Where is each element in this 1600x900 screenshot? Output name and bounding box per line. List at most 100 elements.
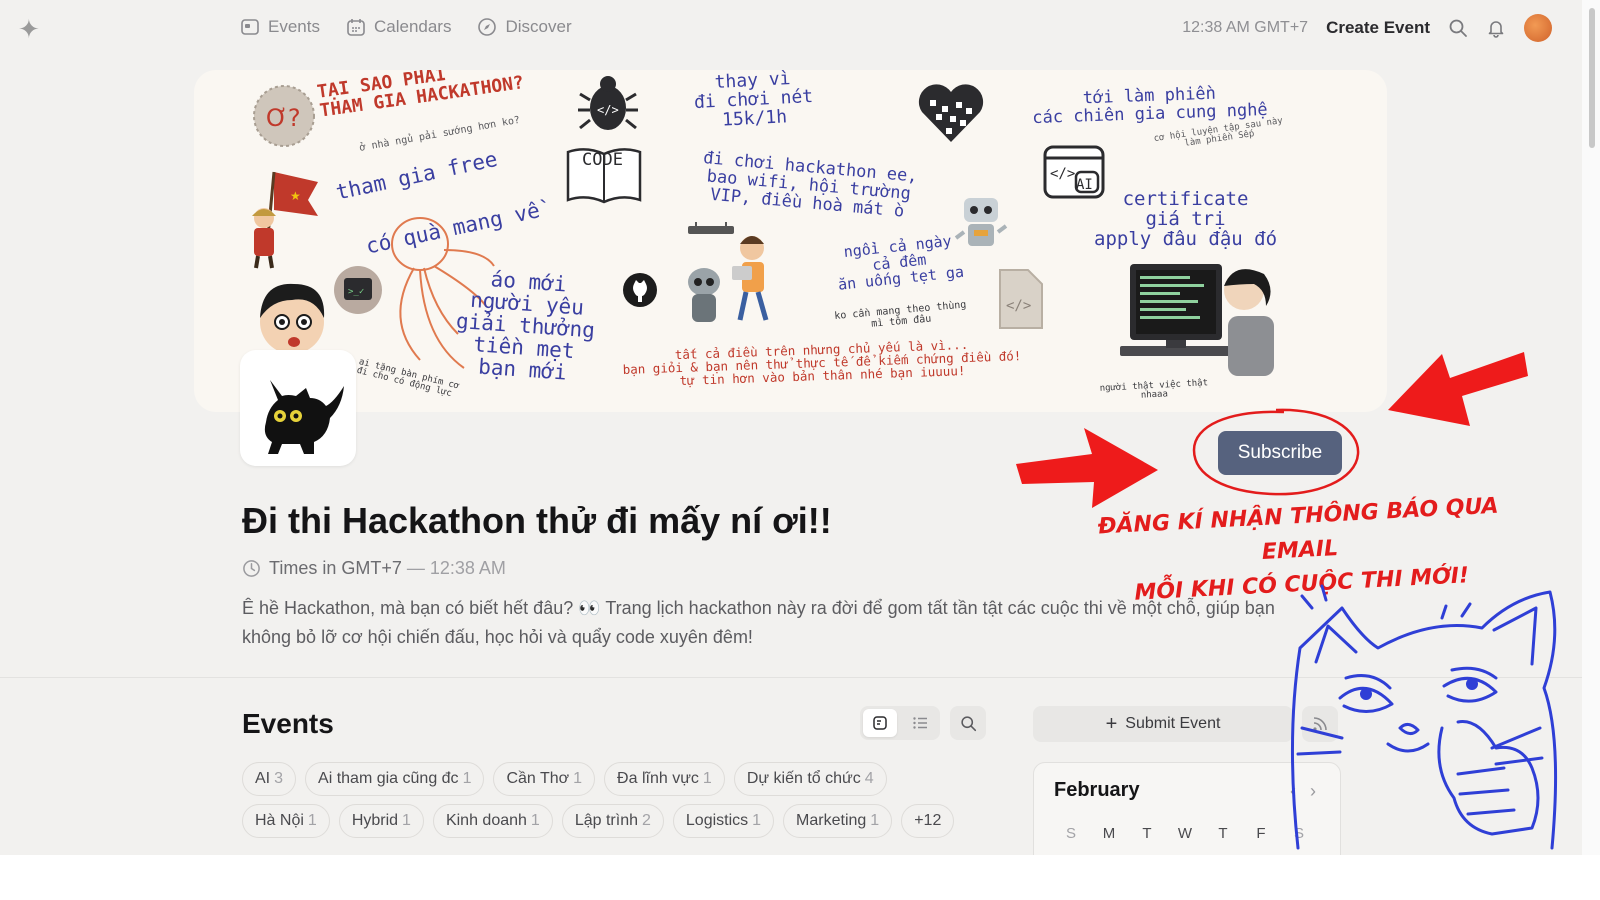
svg-text:★: ★ <box>290 189 301 203</box>
svg-text:</>: </> <box>1006 298 1031 314</box>
scrollbar-thumb[interactable] <box>1589 8 1595 148</box>
luma-logo-icon[interactable]: ✦ <box>18 16 40 42</box>
notifications-button[interactable] <box>1486 18 1506 38</box>
app-window: ✦ Events Calendars Discover 12:38 AM GMT… <box>0 0 1582 855</box>
banner-text-6: tham gia free <box>333 146 500 205</box>
nav-discover[interactable]: Discover <box>477 17 572 37</box>
list-view-button[interactable] <box>903 709 937 737</box>
calendar-title: Đi thi Hackathon thử đi mấy ní ơi!! <box>242 500 832 541</box>
user-avatar[interactable] <box>1524 14 1552 42</box>
blue-cat-thumbs-up-doodle-icon <box>1290 584 1558 850</box>
svg-text:>_✓: >_✓ <box>348 287 364 297</box>
tag-name: +12 <box>914 812 942 829</box>
search-icon <box>1449 19 1467 37</box>
events-search-button[interactable] <box>950 706 986 740</box>
banner-text-12: ko cần mang theo thùng mì tôm đâu <box>833 299 967 330</box>
weekday: T <box>1218 825 1228 842</box>
tag-name: Đa lĩnh vực <box>617 770 699 787</box>
banner-text-15: người thật việc thật nhaaa <box>1099 378 1209 402</box>
svg-text:</>: </> <box>1050 166 1075 182</box>
tag-name: Kinh doanh <box>445 812 527 829</box>
banner-text-13: tất cả điều trên nhưng chủ yếu là vì... … <box>622 336 1022 389</box>
timezone-line: Times in GMT+7 — 12:38 AM <box>242 558 506 579</box>
card-view-icon <box>873 716 887 730</box>
github-icon <box>623 273 657 307</box>
banner-text-10: áo mới người yêu giải thưởng tiền mẹt bạ… <box>455 267 596 385</box>
weekday: S <box>1065 825 1076 842</box>
tag-chip[interactable]: Hà Nội 1 <box>242 804 330 838</box>
tag-chip[interactable]: AI 3 <box>242 762 297 796</box>
tag-chip[interactable]: Logistics 1 <box>672 804 775 838</box>
tag-count: 1 <box>752 812 762 829</box>
create-event-link[interactable]: Create Event <box>1326 18 1430 38</box>
compass-icon <box>478 18 497 36</box>
search-button[interactable] <box>1448 18 1468 38</box>
tag-count: 2 <box>641 812 651 829</box>
nav-links: Events Calendars Discover <box>240 17 572 37</box>
calendar-cover-banner: Ơ? </> CODE </> AI ★ >_✓ </> TẠI SAO PHẢ… <box>194 70 1387 412</box>
flag-girl-sticker-icon: ★ <box>252 171 318 269</box>
weekday: W <box>1177 825 1193 842</box>
banner-text-9: certificate giá trị apply đâu đậu đó <box>1094 188 1278 250</box>
list-view-icon <box>913 717 927 729</box>
tag-count: 1 <box>702 770 712 787</box>
bug-icon: </> <box>578 76 638 130</box>
tag-count: 1 <box>573 770 583 787</box>
qr-heart-icon <box>918 84 984 142</box>
tag-name: Logistics <box>685 812 749 829</box>
tag-chip[interactable]: Cần Thơ 1 <box>493 762 596 796</box>
events-heading: Events <box>242 708 334 739</box>
banner-why-text: TẠI SAO PHẢI THAM GIA HACKATHON? <box>315 70 526 122</box>
timezone-time: 12:38 AM <box>429 558 506 578</box>
robot-drone-kid-sticker-icon <box>688 222 769 322</box>
plus-icon: + <box>1105 713 1118 735</box>
svg-text:Ơ?: Ơ? <box>266 104 301 132</box>
time-separator: — <box>401 558 430 578</box>
tag-count: 4 <box>864 770 874 787</box>
tag-chip[interactable]: Hybrid 1 <box>338 804 424 838</box>
submit-event-button[interactable]: + Submit Event <box>1033 706 1293 742</box>
weekday: T <box>1142 825 1152 842</box>
tag-name: Lập trình <box>574 812 638 829</box>
banner-text-2: ở nhà ngủ pải sướng hơn ko? <box>358 114 521 154</box>
top-nav: ✦ Events Calendars Discover 12:38 AM GMT… <box>0 0 1582 60</box>
nav-events-label: Events <box>268 17 320 36</box>
tag-chip[interactable]: Dự kiến tổ chức 4 <box>733 762 887 796</box>
code-file-sticker-icon: </> <box>999 269 1043 329</box>
tag-name: Dự kiến tổ chức <box>746 770 861 787</box>
tag-chip[interactable]: Marketing 1 <box>783 804 893 838</box>
surprised-boy-sticker-icon: >_✓ <box>260 266 382 354</box>
nav-calendars[interactable]: Calendars <box>346 17 452 37</box>
current-time: 12:38 AM GMT+7 <box>1182 19 1309 36</box>
coder-at-computer-sticker-icon <box>1120 264 1274 376</box>
svg-text:</>: </> <box>597 103 619 117</box>
calendar-month: February <box>1054 779 1140 801</box>
tag-chip[interactable]: Ai tham gia cũng đc 1 <box>305 762 485 796</box>
tag-name: Ai tham gia cũng đc <box>318 770 459 787</box>
red-arrow-right-icon <box>1016 428 1158 508</box>
subscribe-button[interactable]: Subscribe <box>1218 431 1342 475</box>
view-toggle <box>860 706 940 740</box>
book-code-text: CODE <box>582 150 623 170</box>
tag-count: 3 <box>274 770 284 787</box>
tag-name: Hà Nội <box>255 812 304 829</box>
nav-events[interactable]: Events <box>240 17 320 37</box>
tag-name: Marketing <box>796 812 867 829</box>
more-tags-chip[interactable]: +12 <box>901 804 955 838</box>
tag-chip[interactable]: Đa lĩnh vực 1 <box>604 762 725 796</box>
tag-count: 1 <box>307 812 317 829</box>
weekday: M <box>1102 825 1116 842</box>
nav-discover-label: Discover <box>505 17 572 36</box>
nav-calendars-label: Calendars <box>373 17 452 36</box>
tag-chip[interactable]: Lập trình 2 <box>561 804 664 838</box>
weekday: F <box>1256 825 1266 842</box>
tag-chip[interactable]: Kinh doanh 1 <box>432 804 553 838</box>
nav-right: 12:38 AM GMT+7 Create Event <box>1182 14 1552 42</box>
card-view-button[interactable] <box>863 709 897 737</box>
black-cat-icon <box>264 380 344 454</box>
tag-name: Hybrid <box>351 812 399 829</box>
globe-sticker-icon: Ơ? <box>253 85 315 147</box>
timezone-label: Times in GMT+7 <box>269 558 402 578</box>
banner-text-11: ngồi cả ngày cả đêm ăn uống tẹt ga <box>837 231 965 294</box>
tag-count: 1 <box>870 812 880 829</box>
